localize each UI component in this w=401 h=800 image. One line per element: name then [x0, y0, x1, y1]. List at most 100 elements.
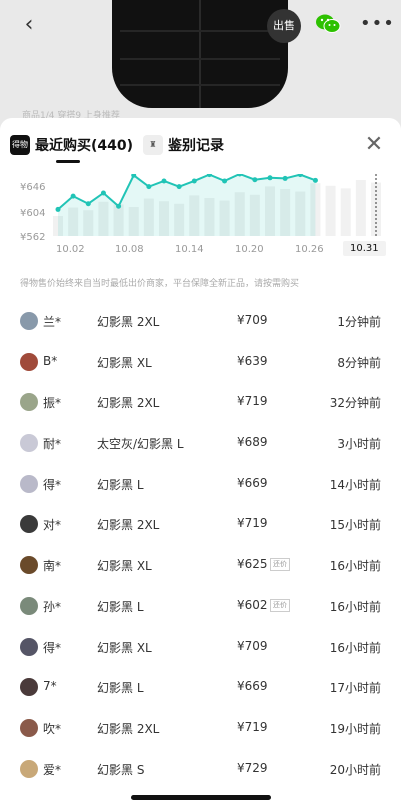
buyer-name: B*: [43, 353, 58, 368]
purchase-price: ¥669: [237, 679, 268, 694]
purchase-row: 吹* 幻影黑 2XL ¥719 19小时前: [0, 708, 401, 749]
purchase-row: 耐* 太空灰/幻影黑 L ¥689 3小时前: [0, 423, 401, 464]
avatar: [20, 759, 38, 778]
purchase-price: ¥602: [237, 597, 268, 612]
purchase-time: 3小时前: [337, 437, 381, 452]
purchase-time: 15小时前: [329, 518, 381, 533]
purchase-row: 对* 幻影黑 2XL ¥719 15小时前: [0, 504, 401, 545]
purchase-row: 得* 幻影黑 XL ¥709 16小时前: [0, 627, 401, 668]
close-icon[interactable]: ✕: [363, 134, 385, 157]
purchase-row: 振* 幻影黑 2XL ¥719 32分钟前: [0, 382, 401, 423]
avatar: [20, 515, 38, 534]
more-options-icon[interactable]: •••: [360, 10, 394, 38]
purchase-row: 7* 幻影黑 L ¥669 17小时前: [0, 667, 401, 708]
x-tick-1026: 10.26: [295, 244, 324, 255]
sheet-tabs: 得物 最近购买(440) ♜ 鉴别记录 ✕: [0, 118, 401, 174]
purchase-price: ¥689: [237, 435, 268, 450]
buyer-name: 振*: [43, 396, 62, 411]
purchase-time: 20小时前: [329, 762, 381, 777]
volume-bar: [340, 188, 351, 236]
tab-authentication-label: 鉴别记录: [168, 138, 224, 154]
price-trend-chart: ¥646 ¥604 ¥562 10.02 10.08 10.14 10.20 1…: [0, 174, 401, 266]
x-tick-1008: 10.08: [115, 244, 144, 255]
buyer-name: 孙*: [43, 599, 62, 614]
product-jacket-image: [112, 0, 288, 108]
tab-recent-purchases-label: 最近购买(440): [35, 138, 134, 154]
price-point: [176, 184, 182, 190]
purchase-row: 得* 幻影黑 L ¥669 14小时前: [0, 464, 401, 505]
purchase-time: 16小时前: [329, 599, 381, 614]
active-tab-indicator: [56, 160, 80, 163]
wechat-icon[interactable]: [315, 13, 341, 35]
purchase-row: 南* 幻影黑 XL ¥625 还价 16小时前: [0, 545, 401, 586]
price-point: [100, 190, 106, 196]
purchase-time: 32分钟前: [329, 396, 381, 411]
volume-bar: [325, 185, 336, 236]
product-variant: 幻影黑 XL: [97, 355, 152, 370]
price-point: [282, 175, 288, 181]
product-variant: 太空灰/幻影黑 L: [97, 437, 184, 452]
price-point: [267, 175, 273, 181]
purchase-row: 兰* 幻影黑 2XL ¥709 1分钟前: [0, 301, 401, 342]
volume-bar: [355, 180, 366, 236]
avatar: [20, 556, 38, 575]
purchase-price: ¥719: [237, 394, 268, 409]
counter-offer-badge: 还价: [270, 598, 290, 612]
purchase-time: 17小时前: [329, 681, 381, 696]
purchase-time: 8分钟前: [337, 355, 381, 370]
price-point: [161, 178, 167, 184]
buyer-name: 南*: [43, 559, 62, 574]
dewu-logo-icon: 得物: [10, 135, 30, 155]
avatar: [20, 678, 38, 697]
counter-offer-badge: 还价: [270, 558, 290, 572]
price-point: [55, 206, 61, 212]
sell-button[interactable]: 出售: [267, 9, 301, 43]
tab-authentication-records[interactable]: ♜ 鉴别记录: [143, 135, 224, 155]
price-point: [312, 177, 318, 183]
price-disclaimer: 得物售价始终来自当时最低出价商家，平台保障全新正品，请按需购买: [20, 279, 300, 289]
product-variant: 幻影黑 L: [97, 477, 144, 492]
back-arrow-icon[interactable]: ‹: [14, 10, 44, 40]
product-variant: 幻影黑 S: [97, 762, 145, 777]
recent-purchases-sheet: 得物 最近购买(440) ♜ 鉴别记录 ✕ ¥646 ¥604 ¥562 10.…: [0, 118, 401, 800]
product-variant: 幻影黑 2XL: [97, 721, 160, 736]
product-variant: 幻影黑 2XL: [97, 315, 160, 329]
purchase-row: B* 幻影黑 XL ¥639 8分钟前: [0, 342, 401, 383]
buyer-name: 兰*: [43, 315, 62, 329]
price-trend-plot: [53, 174, 381, 238]
purchase-row: 孙* 幻影黑 L ¥602 还价 16小时前: [0, 586, 401, 627]
purchase-price: ¥709: [237, 638, 268, 653]
purchase-price: ¥639: [237, 353, 268, 368]
avatar: [20, 718, 38, 737]
tab-recent-purchases[interactable]: 得物 最近购买(440): [10, 135, 133, 155]
avatar: [20, 434, 38, 453]
y-tick-562: ¥562: [20, 232, 46, 243]
purchase-price: ¥625: [237, 557, 268, 572]
purchase-time: 1分钟前: [337, 315, 381, 329]
buyer-name: 吹*: [43, 721, 62, 736]
avatar: [20, 596, 38, 615]
home-indicator: [131, 795, 271, 800]
purchase-price: ¥709: [237, 313, 268, 327]
purchase-time: 16小时前: [329, 640, 381, 655]
purchase-row: 爱* 幻影黑 S ¥729 20小时前: [0, 749, 401, 790]
avatar: [20, 312, 38, 330]
purchase-time: 16小时前: [329, 559, 381, 574]
price-point: [85, 201, 91, 207]
y-tick-604: ¥604: [20, 208, 46, 219]
x-tick-1020: 10.20: [235, 244, 264, 255]
x-tick-1031-selected[interactable]: 10.31: [343, 241, 386, 256]
product-variant: 幻影黑 L: [97, 599, 144, 614]
product-variant: 幻影黑 XL: [97, 559, 152, 574]
price-point: [116, 203, 122, 209]
price-point: [146, 184, 152, 190]
product-variant: 幻影黑 2XL: [97, 518, 160, 533]
buyer-name: 爱*: [43, 762, 62, 777]
avatar: [20, 352, 38, 371]
purchase-price: ¥669: [237, 475, 268, 490]
price-point: [191, 178, 197, 184]
purchase-time: 14小时前: [329, 477, 381, 492]
buyer-name: 对*: [43, 518, 62, 533]
price-point: [252, 177, 258, 183]
purchase-price: ¥719: [237, 516, 268, 531]
